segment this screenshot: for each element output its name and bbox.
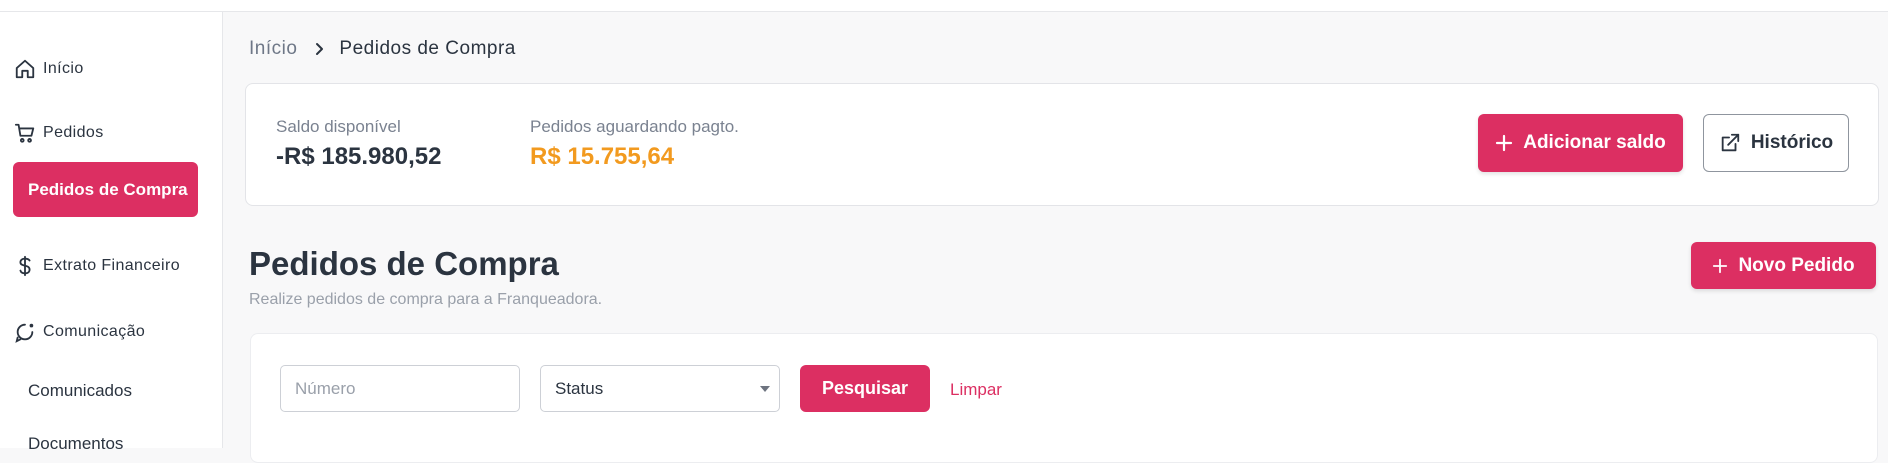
search-button[interactable]: Pesquisar [800,365,930,412]
chevron-right-icon [313,42,325,56]
balance-card: Saldo disponível -R$ 185.980,52 Pedidos … [245,83,1879,206]
sidebar-item-comunicados[interactable]: Comunicados [28,381,132,401]
new-order-button[interactable]: Novo Pedido [1691,242,1876,289]
sidebar-item-pedidos[interactable]: Pedidos [14,122,104,144]
number-search-input[interactable]: Número [280,365,520,412]
breadcrumb-current: Pedidos de Compra [339,38,516,59]
pending-orders-value: R$ 15.755,64 [530,143,675,170]
dollar-icon [14,255,36,277]
new-order-label: Novo Pedido [1738,254,1855,276]
sidebar-item-label: Início [43,60,84,77]
available-balance-label: Saldo disponível [276,117,401,136]
sidebar-item-pedidos-de-compra[interactable]: Pedidos de Compra [13,162,198,217]
chat-icon [14,321,36,343]
page-subtitle: Realize pedidos de compra para a Franque… [249,291,603,308]
sidebar-item-comunicacao[interactable]: Comunicação [14,321,145,343]
status-select-value: Status [555,378,604,398]
top-bar [0,0,1888,12]
breadcrumb: Início Pedidos de Compra [249,38,516,60]
home-icon [14,58,36,80]
external-link-icon [1719,132,1741,154]
sidebar-item-documentos[interactable]: Documentos [28,434,123,454]
caret-down-icon [760,386,770,392]
page-title: Pedidos de Compra [249,245,559,282]
sidebar-item-extrato-financeiro[interactable]: Extrato Financeiro [14,255,180,277]
sidebar-item-inicio[interactable]: Início [14,58,84,80]
sidebar-item-label: Pedidos [43,124,104,141]
history-button[interactable]: Histórico [1703,114,1849,172]
status-select[interactable]: Status [540,365,780,412]
sidebar: Início Pedidos Pedidos de Compra Extrato… [0,12,223,453]
breadcrumb-home-link[interactable]: Início [249,38,297,60]
sidebar-item-label: Extrato Financeiro [43,257,181,274]
add-balance-label: Adicionar saldo [1523,132,1666,153]
pending-orders-label: Pedidos aguardando pagto. [530,117,739,136]
sidebar-item-label: Pedidos de Compra [28,179,188,199]
cart-icon [14,122,36,144]
plus-icon [1495,134,1513,152]
plus-icon [1712,258,1728,274]
available-balance-value: -R$ 185.980,52 [276,143,442,170]
clear-filters-link[interactable]: Limpar [950,380,1002,400]
sidebar-item-label: Comunicação [43,323,146,340]
history-label: Histórico [1750,132,1834,153]
add-balance-button[interactable]: Adicionar saldo [1478,114,1683,172]
